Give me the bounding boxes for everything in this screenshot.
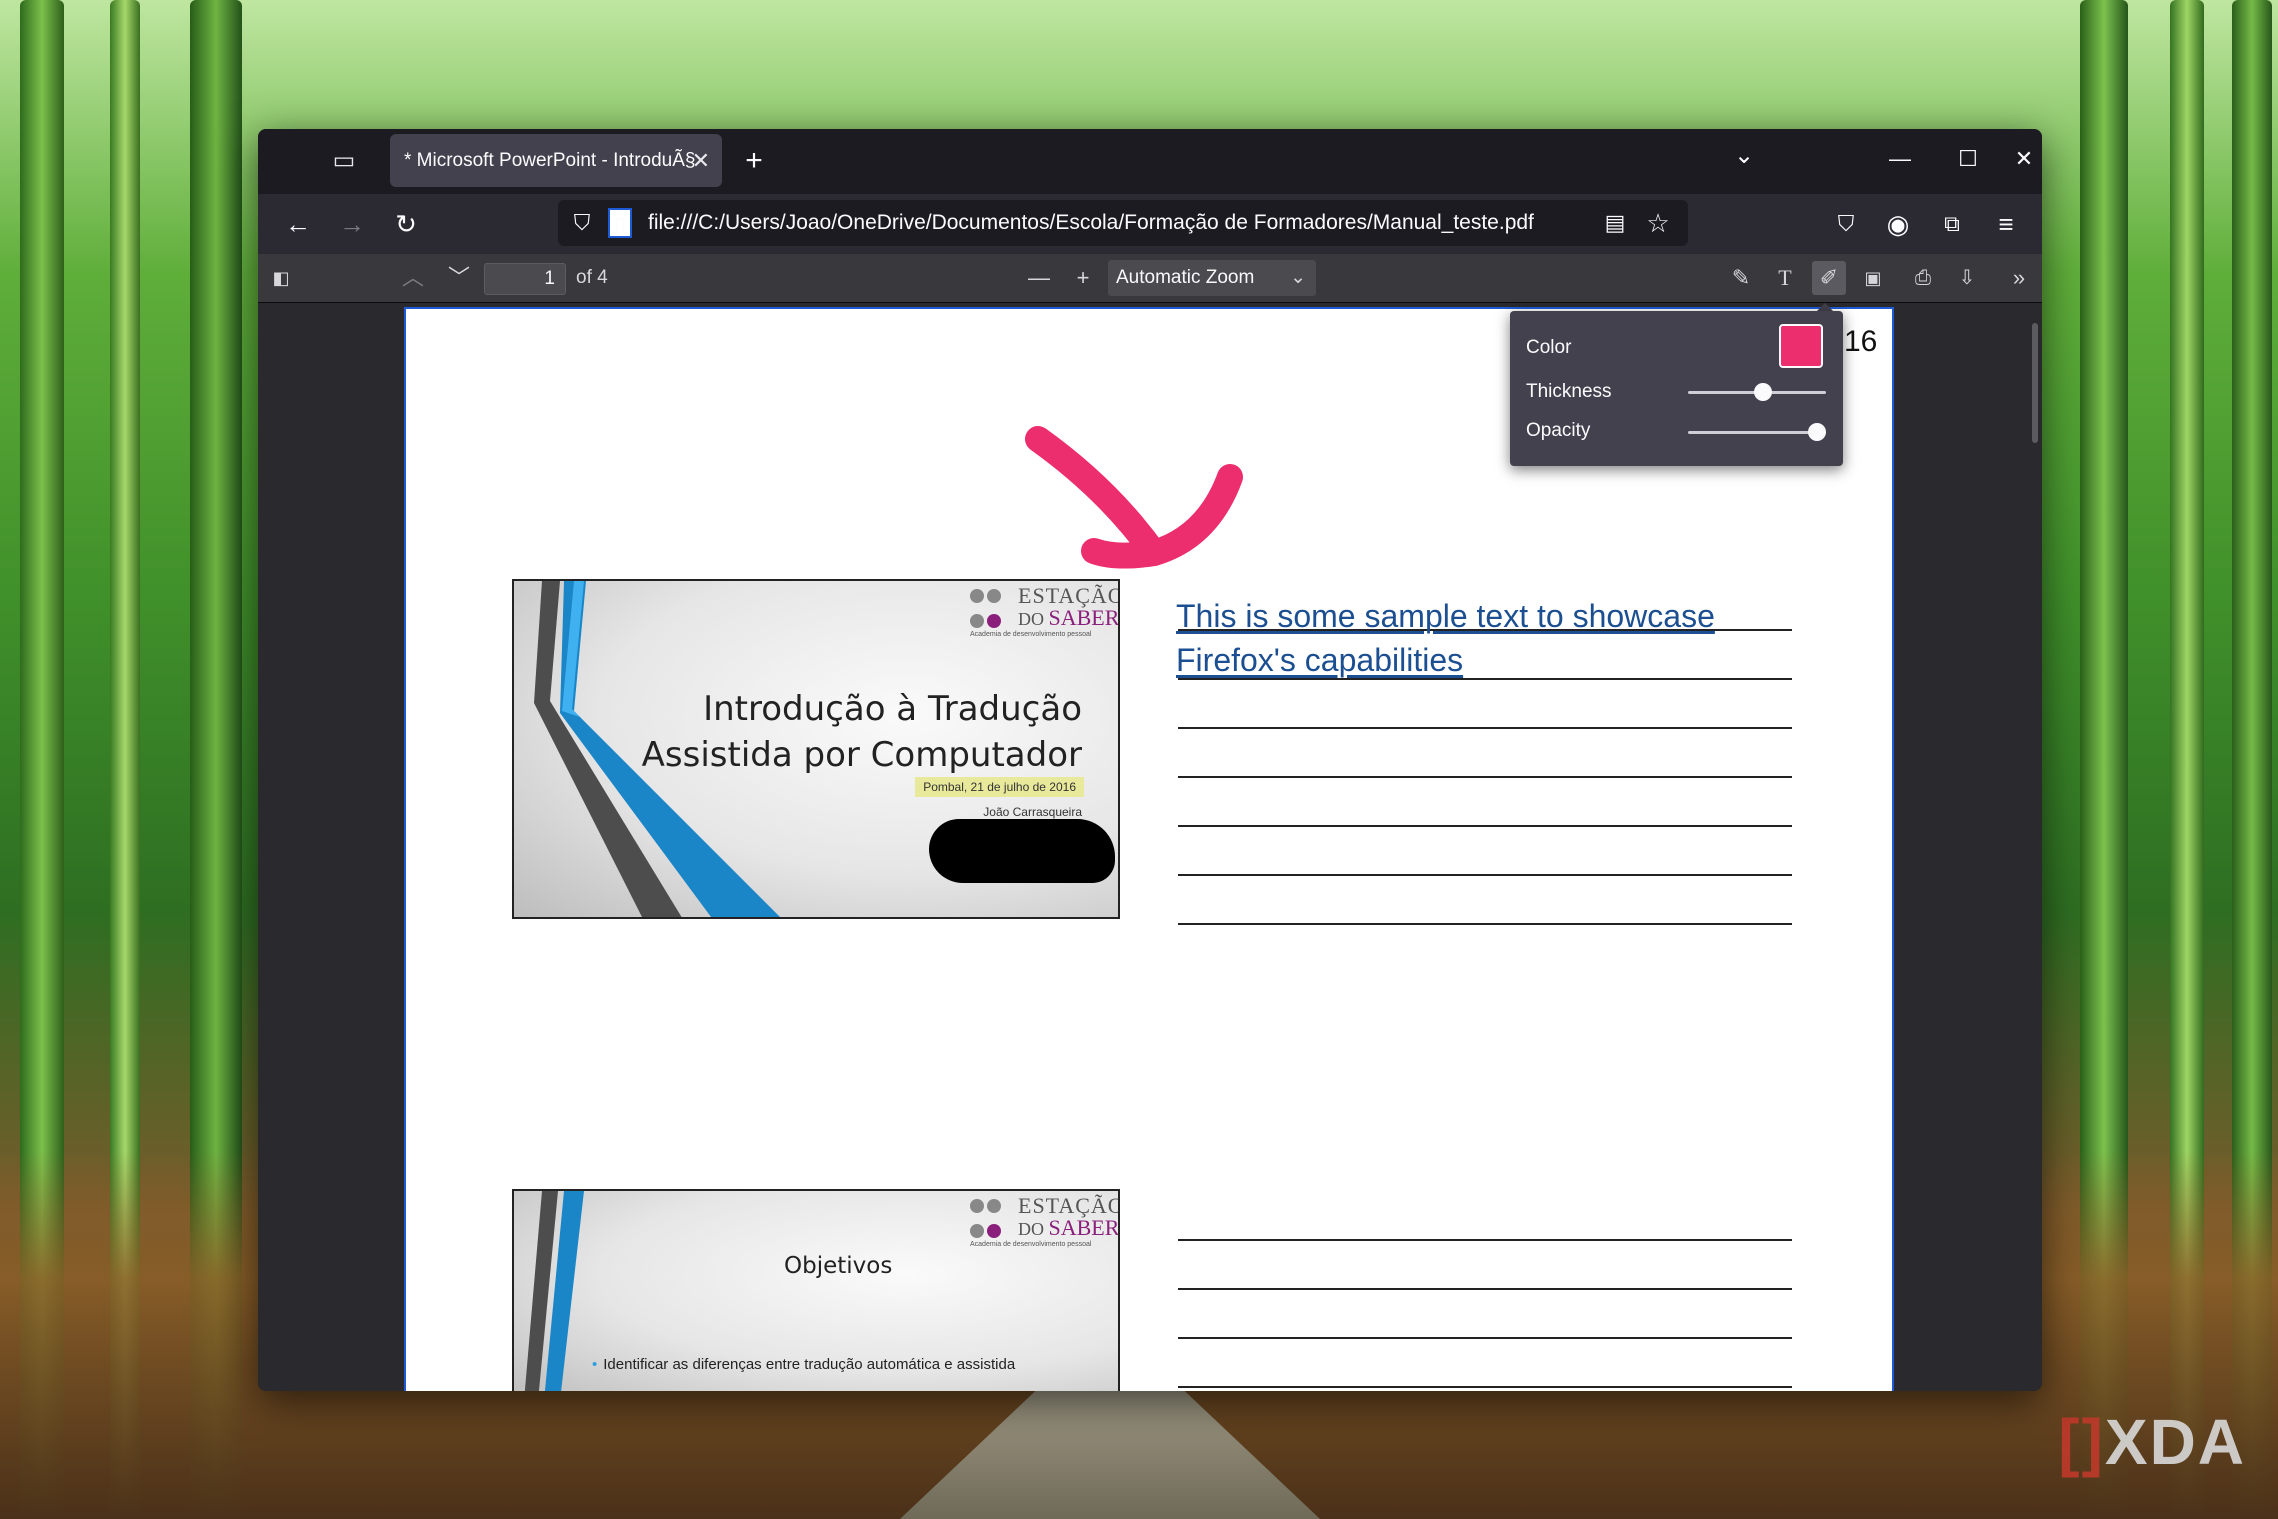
highlight-icon[interactable]: ✎ [1724,261,1758,295]
firefox-view-icon[interactable]: ▭ [330,147,358,175]
slide-bullet: Identificar as diferenças entre tradução… [592,1356,1015,1373]
thickness-slider-knob[interactable] [1754,383,1772,401]
slide-title: Objetivos [784,1253,893,1279]
slide-thumbnail-2: ESTAÇÃO DO SABER Academia de desenvolvim… [512,1189,1120,1391]
slide-thumbnail-1: ESTAÇÃO DO SABER Academia de desenvolvim… [512,579,1120,919]
url-text[interactable]: file:///C:/Users/Joao/OneDrive/Documento… [648,200,1534,246]
account-icon[interactable]: ◉ [1880,206,1916,242]
note-lines-2 [1178,1239,1792,1391]
pdf-toolbar: ◧ ︿ ﹀ 1 of 4 — + Automatic Zoom ⌄ ✎ T ✐ … [258,254,2042,303]
sidebar-toggle-icon[interactable]: ◧ [264,261,298,295]
text-annotation-icon[interactable]: T [1768,261,1802,295]
thickness-slider[interactable] [1688,383,1826,401]
reader-view-icon[interactable]: ▤ [1600,208,1630,238]
opacity-slider-knob[interactable] [1808,423,1826,441]
tab-close-icon[interactable]: ✕ [692,134,710,187]
navigation-bar: ← → ↻ ⛉ ▯ file:///C:/Users/Joao/OneDrive… [258,194,2042,254]
close-window-icon[interactable]: ✕ [2006,139,2042,179]
app-menu-icon[interactable]: ≡ [1988,206,2024,242]
opacity-slider[interactable] [1688,423,1826,441]
tab-active[interactable]: * Microsoft PowerPoint - IntroduÃ§ ✕ [390,134,722,187]
image-annotation-icon[interactable]: ▣ [1856,261,1890,295]
pdf-viewer[interactable]: 16 ESTAÇÃO DO SABER Academia de desenvol… [258,303,2042,1391]
color-label: Color [1526,337,1572,358]
color-swatch[interactable] [1779,324,1823,368]
zoom-select[interactable]: Automatic Zoom ⌄ [1108,260,1316,296]
tab-title: * Microsoft PowerPoint - IntroduÃ§ [404,150,696,171]
reload-icon[interactable]: ↻ [388,206,424,242]
thickness-label: Thickness [1526,381,1612,402]
minimize-icon[interactable]: — [1870,139,1930,179]
zoom-value: Automatic Zoom [1116,267,1255,288]
previous-page-icon[interactable]: ︿ [396,261,430,295]
maximize-icon[interactable]: ☐ [1938,139,1998,179]
opacity-label: Opacity [1526,420,1591,441]
sample-text-annotation[interactable]: This is some sample text to showcase Fir… [1176,594,1715,682]
bookmark-star-icon[interactable]: ☆ [1643,208,1673,238]
page-info-icon[interactable]: ▯ [608,208,632,238]
popup-caret [1817,303,1833,311]
url-bar[interactable]: ⛉ ▯ file:///C:/Users/Joao/OneDrive/Docum… [558,200,1688,246]
chevron-down-icon: ⌄ [1290,267,1306,288]
estacao-do-saber-logo: ESTAÇÃO DO SABER Academia de desenvolvim… [970,583,1120,638]
forward-icon[interactable]: → [334,206,370,242]
ink-arrow-drawing[interactable] [1018,419,1258,579]
redaction-scribble [929,819,1115,883]
new-tab-button[interactable]: + [736,143,772,179]
pocket-icon[interactable]: ⛉ [1828,206,1864,242]
print-icon[interactable]: ⎙ [1906,261,1940,295]
estacao-do-saber-logo: ESTAÇÃO DO SABER Academia de desenvolvim… [970,1193,1120,1248]
pdf-page[interactable]: 16 ESTAÇÃO DO SABER Academia de desenvol… [404,307,1894,1391]
draw-properties-popup: Color Thickness Opacity [1510,311,1843,466]
zoom-out-icon[interactable]: — [1022,261,1056,295]
tracking-protection-icon[interactable]: ⛉ [568,208,596,238]
page-number-input[interactable]: 1 [484,263,566,295]
save-icon[interactable]: ⇩ [1950,261,1984,295]
zoom-in-icon[interactable]: + [1066,261,1100,295]
page-label: 16 [1844,325,1878,358]
draw-icon[interactable]: ✐ [1812,261,1846,295]
list-all-tabs-icon[interactable]: ⌄ [1734,141,1754,170]
tools-more-icon[interactable]: » [2002,261,2036,295]
slide-title: Introdução à Tradução Assistida por Comp… [641,689,1082,775]
page-count: of 4 [576,267,608,288]
back-icon[interactable]: ← [280,206,316,242]
xda-watermark: []XDA [2058,1406,2246,1478]
tab-bar: ▭ * Microsoft PowerPoint - IntroduÃ§ ✕ +… [258,129,2042,194]
extensions-icon[interactable]: ⧉ [1934,206,1970,242]
scrollbar[interactable] [2032,323,2038,443]
slide-date: Pombal, 21 de julho de 2016 [915,777,1084,797]
slide-author: João Carrasqueira [983,805,1082,819]
next-page-icon[interactable]: ﹀ [442,261,476,295]
